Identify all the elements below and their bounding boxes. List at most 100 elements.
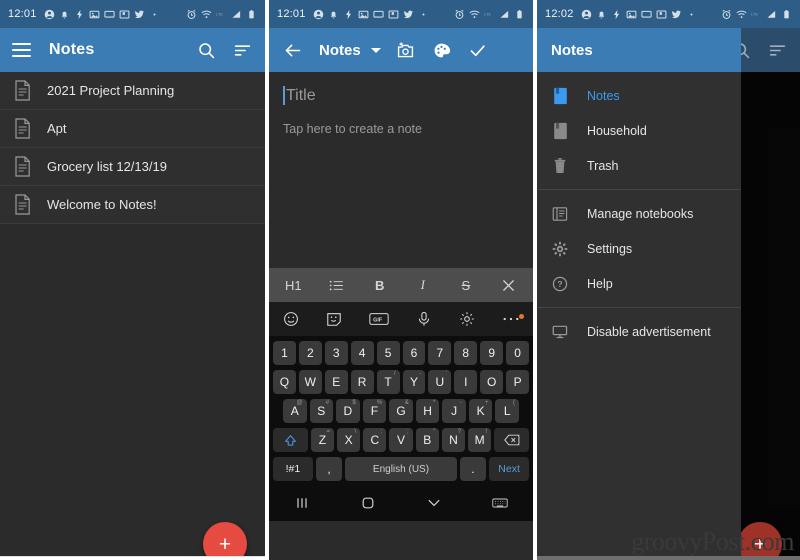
shift-icon[interactable] [273,428,308,452]
emoji-icon[interactable] [283,311,299,327]
notebook-icon [551,121,569,141]
key[interactable]: J- [442,399,466,423]
key[interactable]: P [506,370,530,394]
key[interactable]: X \ [337,428,361,452]
back-arrow-icon[interactable] [281,39,303,61]
list-item[interactable]: 2021 Project Planning [0,72,265,110]
note-title-placeholder: Title [286,86,316,104]
list-item[interactable]: Welcome to Notes! [0,186,265,224]
italic-button[interactable]: I [415,277,431,293]
sort-icon[interactable] [766,39,788,61]
recents-icon[interactable] [294,495,310,516]
key[interactable]: 9 [480,341,504,365]
lte-icon: LTE [751,9,762,20]
drawer-item-manage-notebooks[interactable]: Manage notebooks [537,196,741,231]
key[interactable]: 0 [506,341,530,365]
key[interactable]: Z = [310,428,334,452]
on-screen-keyboard[interactable]: 1 2 3 4 5 6 7 8 9 0 Q W E R T / Y- U ' I O [269,336,533,489]
key[interactable]: 4 [350,341,374,365]
screenshot-root: 12:01 LTE Notes 2021 Project Planning Ap… [0,0,800,560]
key-sup: - [419,371,422,377]
key[interactable]: Y- [402,370,426,394]
keyboard-switch-icon[interactable] [492,496,508,514]
period-key[interactable]: . [459,457,487,481]
key[interactable]: H * [415,399,440,423]
drawer-item-trash[interactable]: Trash [537,148,741,183]
strikethrough-button[interactable]: S [458,278,474,293]
bold-button[interactable]: B [372,278,388,293]
key[interactable]: N? [441,428,466,452]
key[interactable]: 6 [402,341,426,365]
gif-icon[interactable]: GIF [368,312,389,326]
key[interactable]: L( [495,399,520,423]
key[interactable]: G & [389,399,413,423]
key[interactable]: 2 [298,341,322,365]
drawer-item-settings[interactable]: Settings [537,231,741,266]
ad-banner[interactable]: MoneyLion 4.2 ★ FREE INSTALL [0,556,265,560]
drawer-item-household[interactable]: Household [537,113,741,148]
photo-icon [626,9,637,20]
search-icon[interactable] [195,39,217,61]
home-icon[interactable] [360,495,376,516]
sort-icon[interactable] [231,39,253,61]
hamburger-icon[interactable] [12,43,31,57]
key[interactable]: E [324,370,348,394]
key[interactable]: I [454,370,478,394]
battery-icon [514,9,525,20]
note-editor-body[interactable]: Title Tap here to create a note [269,72,533,268]
key[interactable]: M! [468,428,492,452]
note-body-placeholder[interactable]: Tap here to create a note [283,122,519,136]
comma-key[interactable]: , [315,457,343,481]
dot-icon [149,9,160,20]
phone-screen-note-list: 12:01 LTE Notes 2021 Project Planning Ap… [0,0,265,560]
notebook-selector-label[interactable]: Notes [319,42,361,59]
close-toolbar-icon[interactable] [501,279,517,292]
drawer-item-disable-advertisement[interactable]: Disable advertisement [537,314,741,349]
dot-icon [686,9,697,20]
key[interactable]: 8 [454,341,478,365]
add-photo-icon[interactable] [395,39,417,61]
key[interactable]: O [480,370,504,394]
key[interactable]: K + [468,399,493,423]
heading-button[interactable]: H1 [285,278,302,293]
twitter-icon [134,9,145,20]
key[interactable]: C: [363,428,387,452]
key[interactable]: U ' [428,370,452,394]
key[interactable]: W [298,370,322,394]
sticker-icon[interactable] [326,311,342,327]
backspace-icon[interactable] [494,428,530,452]
symbols-key[interactable]: !#1 [273,457,313,481]
key[interactable]: V; [389,428,413,452]
key[interactable]: F% [362,399,387,423]
system-nav-bar [269,489,533,521]
enter-key[interactable]: Next [489,457,529,481]
microphone-icon[interactable] [416,311,432,327]
list-item[interactable]: Grocery list 12/13/19 [0,148,265,186]
key[interactable]: 7 [428,341,452,365]
note-title-input[interactable]: Title [283,86,519,105]
key[interactable]: T / [376,370,400,394]
more-options-icon[interactable] [502,314,524,322]
key[interactable]: 3 [324,341,348,365]
key[interactable]: R [350,370,374,394]
checkmark-icon[interactable] [467,39,489,61]
color-palette-icon[interactable] [431,39,453,61]
list-item[interactable]: Apt [0,110,265,148]
key[interactable]: A @ [282,399,307,423]
drawer-item-help[interactable]: ? Help [537,266,741,301]
settings-icon[interactable] [459,311,475,327]
alarm-icon [186,9,197,20]
bullet-list-icon[interactable] [329,279,345,292]
drawer-item-notes[interactable]: Notes [537,78,741,113]
account-icon [581,9,592,20]
add-note-fab[interactable]: + [203,522,247,560]
key[interactable]: Q [272,370,296,394]
hide-keyboard-icon[interactable] [426,495,442,516]
space-key[interactable]: English (US) [345,457,457,481]
key[interactable]: 5 [376,341,400,365]
key[interactable]: D $ [336,399,360,423]
chevron-down-icon[interactable] [370,47,381,53]
key[interactable]: B " [415,428,439,452]
key[interactable]: S # [309,399,334,423]
key[interactable]: 1 [272,341,296,365]
